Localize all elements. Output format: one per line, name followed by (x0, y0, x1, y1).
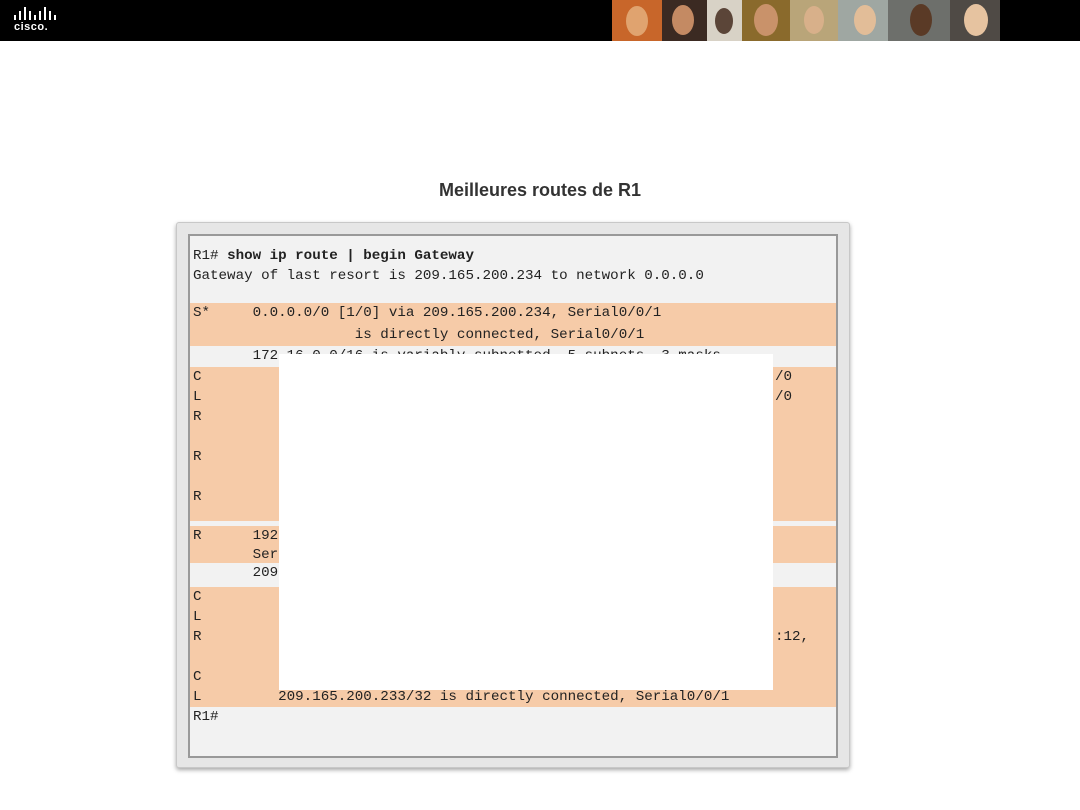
content-overlay (279, 354, 773, 690)
cisco-wordmark: cisco. (14, 21, 49, 33)
cisco-bars-icon (14, 6, 62, 20)
photo-2 (662, 0, 707, 41)
command-line: R1# show ip route | begin Gateway (193, 248, 474, 264)
route-l3: L 209.165.200.233/32 is directly connect… (190, 687, 836, 707)
console-output: R1# show ip route | begin Gateway Gatewa… (188, 234, 838, 758)
photo-1 (612, 0, 662, 41)
photo-7 (888, 0, 950, 41)
page-title: Meilleures routes de R1 (438, 180, 642, 200)
header-bar: cisco. (0, 0, 1080, 41)
cisco-logo: cisco. (14, 6, 74, 36)
route-static-cont: is directly connected, Serial0/0/1 (190, 325, 836, 346)
photo-8 (950, 0, 1000, 41)
command-text: show ip route | begin Gateway (227, 248, 474, 264)
photo-5 (790, 0, 838, 41)
photo-6 (838, 0, 888, 41)
gateway-line: Gateway of last resort is 209.165.200.23… (193, 268, 704, 284)
photo-4 (742, 0, 790, 41)
photo-3 (707, 0, 742, 41)
end-prompt: R1# (193, 709, 219, 725)
console-frame: R1# show ip route | begin Gateway Gatewa… (176, 222, 850, 768)
route-static-default: S* 0.0.0.0/0 [1/0] via 209.165.200.234, … (190, 303, 836, 325)
photo-strip (612, 0, 1080, 41)
